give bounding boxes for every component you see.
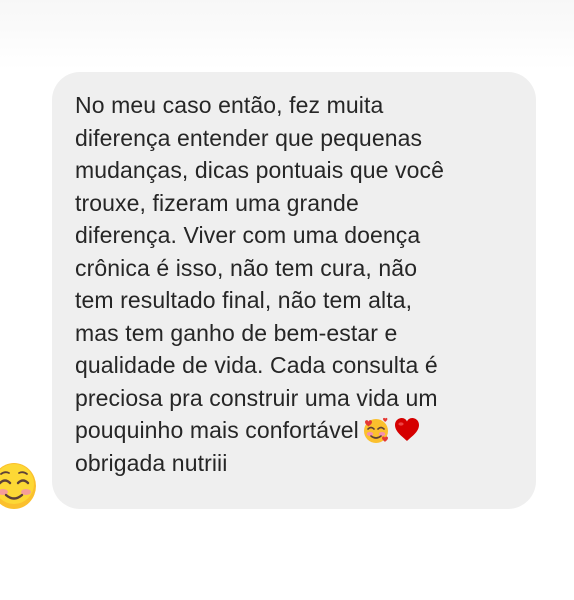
smiling-face-with-hearts-emoji-icon [363,417,388,443]
red-heart-emoji-icon [394,418,419,441]
chat-screen: No meu caso então, fez muita diferença e… [0,0,574,600]
top-shade [0,0,574,70]
closing-text: obrigada nutriii [75,449,228,476]
message-text: No meu caso então, fez muita diferença e… [75,89,516,479]
message-body: No meu caso então, fez muita diferença e… [75,92,444,443]
smiling-face-emoji-icon [0,463,36,509]
message-bubble[interactable]: No meu caso então, fez muita diferença e… [52,72,536,509]
